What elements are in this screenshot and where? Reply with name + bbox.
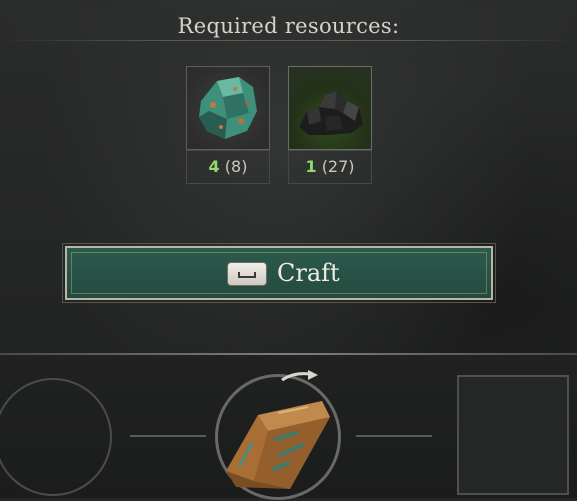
section-divider xyxy=(0,353,577,355)
title-divider xyxy=(0,40,577,41)
ore-icon xyxy=(199,77,257,139)
resource-have: 4 xyxy=(208,157,220,176)
resource-count-ore: 4 (8) xyxy=(186,150,270,184)
page-title: Required resources: xyxy=(177,14,400,38)
resource-slot-coal[interactable] xyxy=(288,66,372,150)
refresh-arrow-icon xyxy=(281,370,318,382)
resource-total: (8) xyxy=(224,157,248,176)
craft-button[interactable]: Craft xyxy=(62,243,496,303)
result-slot[interactable] xyxy=(215,374,341,500)
resource-total: (27) xyxy=(321,157,355,176)
resource-count-coal: 1 (27) xyxy=(288,150,372,184)
spacebar-key-icon xyxy=(227,262,267,286)
connector-right xyxy=(356,435,432,437)
resource-slot-ore[interactable] xyxy=(186,66,270,150)
coal-icon xyxy=(299,91,363,135)
connector-left xyxy=(130,435,206,437)
craft-label: Craft xyxy=(277,259,340,287)
resource-have: 1 xyxy=(305,157,317,176)
output-slot-right[interactable] xyxy=(457,375,569,495)
ingot-icon xyxy=(226,401,330,489)
